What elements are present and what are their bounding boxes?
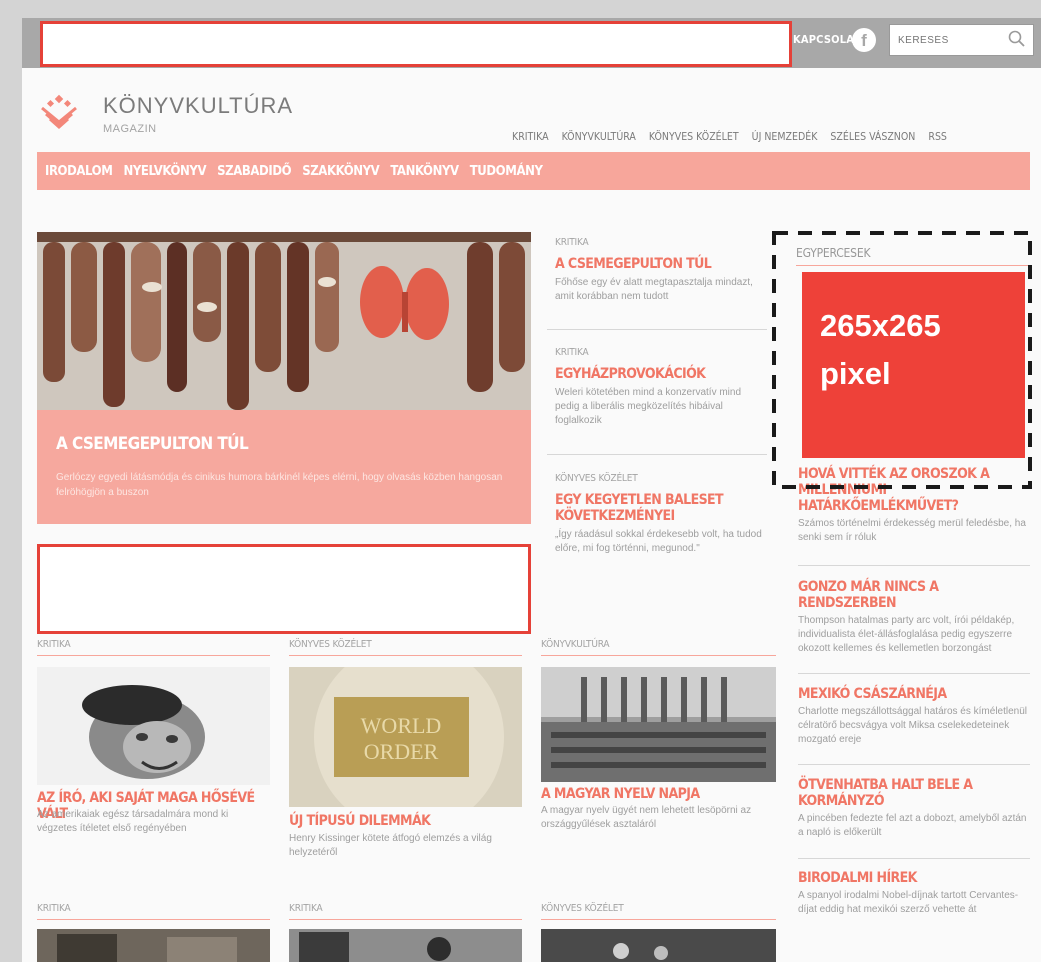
catnav-item-szabadido[interactable]: SZABADIDŐ	[217, 164, 291, 179]
category-underline	[37, 919, 270, 920]
grid-category[interactable]: KRITIKA	[37, 903, 71, 914]
topnav-item-uj-nemzedek[interactable]: ÚJ NEMZEDÉK	[752, 131, 818, 143]
grid-category[interactable]: KÖNYVKULTÚRA	[541, 639, 610, 650]
hero-excerpt: Gerlóczy egyedi látásmódja és cinikus hu…	[56, 472, 503, 498]
divider	[547, 329, 767, 330]
article-title[interactable]: ÚJ TÍPUSÚ DILEMMÁK	[289, 813, 529, 829]
brand-subtitle: MAGAZIN	[103, 123, 157, 135]
article-excerpt: A spanyol irodalmi Nobel-díjnak tartott …	[798, 890, 1019, 916]
article-excerpt: Weleri kötetében mind a konzervatív mind…	[555, 387, 742, 427]
article-title[interactable]: GONZO MÁR NINCS A RENDSZERBEN	[798, 579, 1030, 611]
article-title[interactable]: MEXIKÓ CSÁSZÁRNÉJA	[798, 686, 1030, 702]
article-title[interactable]: ÖTVENHATBA HALT BELE A KORMÁNYZÓ	[798, 777, 1030, 809]
top-navigation: KRITIKA KÖNYVKULTÚRA KÖNYVES KÖZÉLET ÚJ …	[512, 131, 947, 143]
article-title[interactable]: A MAGYAR NYELV NAPJA	[541, 786, 781, 802]
facebook-icon[interactable]: f	[852, 28, 876, 52]
divider	[798, 565, 1030, 566]
article-excerpt: Thompson hatalmas party arc volt, írói p…	[798, 615, 1015, 655]
divider	[798, 858, 1030, 859]
article-image[interactable]	[541, 929, 776, 962]
divider	[798, 673, 1030, 674]
catnav-item-szakkonyv[interactable]: SZAKKÖNYV	[302, 164, 380, 179]
category-underline	[541, 919, 776, 920]
category-underline	[37, 655, 270, 656]
article-image[interactable]	[37, 929, 270, 962]
middle-ad-placeholder[interactable]	[37, 544, 531, 634]
category-underline	[541, 655, 776, 656]
middle-article-2[interactable]: KRITIKA EGYHÁZPROVOKÁCIÓK Weleri kötetéb…	[555, 347, 765, 428]
logo-icon[interactable]	[38, 92, 80, 134]
article-image[interactable]	[541, 667, 776, 782]
search-input[interactable]	[898, 26, 1008, 54]
middle-article-1[interactable]: KRITIKA A CSEMEGEPULTON TÚL Főhőse egy é…	[555, 237, 765, 304]
catnav-item-tankonyv[interactable]: TANKÖNYV	[390, 164, 459, 179]
grid-category[interactable]: KÖNYVES KÖZÉLET	[541, 903, 624, 914]
article-title[interactable]: BIRODALMI HÍREK	[798, 870, 1030, 886]
grid-category[interactable]: KRITIKA	[37, 639, 71, 650]
search-icon[interactable]	[1007, 29, 1027, 49]
side-article-2[interactable]: GONZO MÁR NINCS A RENDSZERBEN Thompson h…	[798, 579, 1030, 656]
image-text-world: WORLD	[361, 713, 442, 738]
article-title[interactable]: A CSEMEGEPULTON TÚL	[555, 256, 765, 272]
catnav-item-nyelvkonyv[interactable]: NYELVKÖNYV	[123, 164, 206, 179]
side-article-5[interactable]: BIRODALMI HÍREK A spanyol irodalmi Nobel…	[798, 870, 1030, 917]
divider	[798, 764, 1030, 765]
article-excerpt: „Így ráadásul sokkal érdekesebb volt, ha…	[555, 529, 762, 555]
grid-category[interactable]: KRITIKA	[289, 903, 323, 914]
hero-image[interactable]	[37, 232, 531, 410]
search-box[interactable]	[889, 24, 1034, 56]
ad-dashed-outline	[772, 231, 1032, 489]
side-article-3[interactable]: MEXIKÓ CSÁSZÁRNÉJA Charlotte megszállott…	[798, 686, 1030, 747]
hero-title[interactable]: A CSEMEGEPULTON TÚL	[56, 434, 249, 454]
topnav-item-konyvkultura[interactable]: KÖNYVKULTÚRA	[562, 131, 636, 143]
contact-link[interactable]: KAPCSOLAT	[793, 33, 860, 46]
article-excerpt: Számos történelmi érdekesség merül feled…	[798, 518, 1026, 544]
article-excerpt: Henry Kissinger kötete átfogó elemzés a …	[289, 833, 492, 858]
article-title[interactable]: EGYHÁZPROVOKÁCIÓK	[555, 366, 765, 382]
article-image[interactable]	[37, 667, 270, 785]
article-excerpt: A pincében fedezte fel azt a dobozt, ame…	[798, 813, 1027, 839]
topnav-item-kritika[interactable]: KRITIKA	[512, 131, 549, 143]
topnav-item-szeles-vasznon[interactable]: SZÉLES VÁSZNON	[830, 131, 915, 143]
article-category[interactable]: KRITIKA	[555, 347, 765, 358]
brand-name[interactable]: KÖNYVKULTÚRA	[103, 93, 293, 119]
image-text-order: ORDER	[364, 739, 439, 764]
middle-article-3[interactable]: KÖNYVES KÖZÉLET EGY KEGYETLEN BALESET KÖ…	[555, 473, 765, 556]
article-category[interactable]: KÖNYVES KÖZÉLET	[555, 473, 765, 484]
article-excerpt: Főhőse egy év alatt megtapasztalja minda…	[555, 277, 753, 303]
top-ad-placeholder[interactable]	[40, 21, 792, 67]
divider	[547, 454, 767, 455]
category-underline	[289, 919, 522, 920]
article-category[interactable]: KRITIKA	[555, 237, 765, 248]
catnav-item-tudomany[interactable]: TUDOMÁNY	[470, 164, 543, 179]
topnav-item-rss[interactable]: RSS	[928, 131, 947, 143]
grid-category[interactable]: KÖNYVES KÖZÉLET	[289, 639, 372, 650]
article-image[interactable]: WORLD ORDER	[289, 667, 522, 807]
catnav-item-irodalom[interactable]: IRODALOM	[45, 164, 113, 179]
article-image[interactable]	[289, 929, 522, 962]
article-excerpt: Az amerikaiak egész társadalmára mond ki…	[37, 809, 229, 834]
article-excerpt: A magyar nyelv ügyét nem lehetett lesöpö…	[541, 805, 752, 830]
category-navigation: IRODALOM NYELVKÖNYV SZABADIDŐ SZAKKÖNYV …	[37, 152, 1030, 190]
hero-article[interactable]: A CSEMEGEPULTON TÚL Gerlóczy egyedi látá…	[37, 232, 531, 524]
category-underline	[289, 655, 522, 656]
side-article-4[interactable]: ÖTVENHATBA HALT BELE A KORMÁNYZÓ A pincé…	[798, 777, 1030, 840]
article-excerpt: Charlotte megszállottsággal határos és k…	[798, 706, 1028, 746]
article-title[interactable]: EGY KEGYETLEN BALESET KÖVETKEZMÉNYEI	[555, 492, 765, 524]
topnav-item-konyves-kozelet[interactable]: KÖNYVES KÖZÉLET	[649, 131, 739, 143]
